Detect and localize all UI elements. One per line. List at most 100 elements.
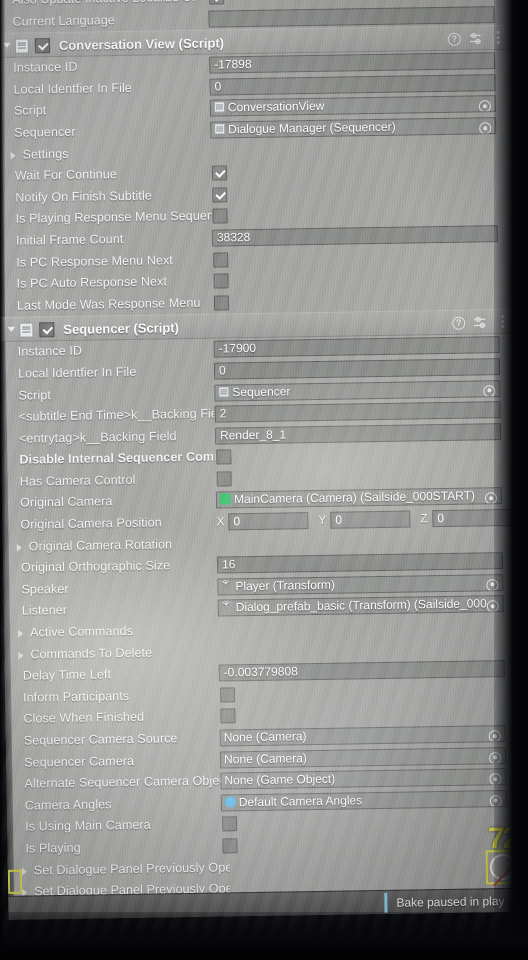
property-text-field[interactable]: 16 xyxy=(216,552,504,574)
property-label: Is Playing xyxy=(25,840,81,856)
property-checkbox[interactable] xyxy=(216,449,232,465)
property-label: Wait For Continue xyxy=(14,167,117,183)
property-text-field[interactable]: 0 xyxy=(213,358,501,380)
property-label: Local Identfier In File xyxy=(17,364,137,381)
object-reference-field[interactable]: Default Camera Angles xyxy=(220,789,507,812)
property-label: Sequencer Camera Source xyxy=(23,731,178,748)
property-checkbox[interactable] xyxy=(209,0,225,5)
property-text-field[interactable]: 38328 xyxy=(211,225,499,247)
object-reference-label: ConversationView xyxy=(227,99,325,115)
object-reference-field[interactable]: None (Camera) xyxy=(219,725,506,747)
property-label: Original Camera Rotation xyxy=(28,536,173,554)
component-list: Conversation View (Script)? Instance ID -1… xyxy=(0,25,528,920)
axis-label-x: X xyxy=(216,514,225,529)
preset-glyph xyxy=(474,317,486,329)
property-label: Notify On Finish Subtitle xyxy=(15,188,152,205)
property-label: Initial Frame Count xyxy=(15,231,124,248)
property-label: Sequencer Camera xyxy=(24,753,135,770)
camera-icon xyxy=(219,493,232,505)
object-reference-field[interactable]: ConversationView xyxy=(209,95,496,117)
status-accent-bar xyxy=(384,892,388,913)
object-reference-field[interactable]: Dialog_prefab_basic (Transform) (Sailsid… xyxy=(217,595,504,617)
object-reference-field[interactable]: Dialogue Manager (Sequencer) xyxy=(210,117,497,139)
object-picker-icon[interactable] xyxy=(478,100,491,113)
preset-glyph xyxy=(469,32,481,45)
property-text-field[interactable]: -0.003779808 xyxy=(218,660,505,682)
property-text-field[interactable]: 2 xyxy=(214,401,501,423)
object-reference-label: Dialog_prefab_basic (Transform) (Sailsid… xyxy=(235,596,487,615)
property-label: <subtitle End Time>k__Backing Field xyxy=(18,406,215,424)
component-enabled-checkbox[interactable] xyxy=(39,322,55,338)
vector3-x-input[interactable]: 0 xyxy=(228,512,309,531)
property-label: Close When Finished xyxy=(23,710,145,727)
object-reference-field[interactable]: Player (Transform) xyxy=(217,573,504,596)
transform-icon xyxy=(221,580,232,591)
property-checkbox[interactable] xyxy=(219,687,236,703)
property-label: Is Using Main Camera xyxy=(25,818,151,834)
property-label: Original Camera xyxy=(19,494,113,511)
foldout-arrow-icon[interactable] xyxy=(16,543,22,552)
script-asset-icon xyxy=(213,101,225,113)
property-text-field[interactable]: -17898 xyxy=(209,52,496,74)
property-text-field[interactable]: Render_8_1 xyxy=(214,422,502,445)
property-checkbox[interactable] xyxy=(216,471,232,487)
help-icon[interactable]: ? xyxy=(447,32,461,47)
property-label: Instance ID xyxy=(17,343,83,359)
preset-icon[interactable] xyxy=(469,32,483,46)
property-label: Local Identfier In File xyxy=(13,80,133,97)
property-checkbox[interactable] xyxy=(213,251,229,268)
component-enabled-checkbox[interactable] xyxy=(34,38,51,54)
property-label: Active Commands xyxy=(29,623,134,640)
property-checkbox[interactable] xyxy=(222,838,238,854)
foldout-arrow-icon[interactable] xyxy=(18,629,24,638)
property-text-field[interactable]: 0 xyxy=(209,73,496,96)
property-label: Current Language xyxy=(12,12,115,29)
property-label: Script xyxy=(13,103,47,119)
property-checkbox[interactable] xyxy=(213,295,230,311)
property-label: Set Dialogue Panel Previously Open Subti… xyxy=(33,858,230,878)
component-expand-arrow-icon[interactable] xyxy=(7,327,16,333)
object-reference-label: None (Camera) xyxy=(223,729,307,745)
property-label: Alternate Sequencer Camera Object xyxy=(24,773,221,791)
monitor-screen: Also Update Inactive Localize UICurrent … xyxy=(0,0,528,920)
foldout-arrow-icon[interactable] xyxy=(10,151,16,160)
object-reference-field[interactable]: Sequencer xyxy=(214,379,501,402)
property-label: Sequencer xyxy=(14,124,76,140)
help-icon[interactable]: ? xyxy=(452,316,466,331)
property-checkbox[interactable] xyxy=(211,165,228,181)
property-checkbox[interactable] xyxy=(212,208,228,224)
foldout-arrow-icon[interactable] xyxy=(21,867,27,876)
property-label: Is PC Response Menu Next xyxy=(16,252,174,270)
property-label: Listener xyxy=(21,603,68,619)
object-reference-field[interactable]: MainCamera (Camera) (Sailside_000START) xyxy=(215,487,503,510)
property-label: Script xyxy=(18,387,52,403)
object-reference-label: Player (Transform) xyxy=(235,577,336,594)
property-checkbox[interactable] xyxy=(213,273,229,289)
object-reference-label: None (Game Object) xyxy=(224,771,336,788)
object-reference-field[interactable]: None (Game Object) xyxy=(220,768,507,790)
object-reference-label: Sequencer xyxy=(232,383,291,399)
property-label: Has Camera Control xyxy=(19,472,136,489)
preset-icon[interactable] xyxy=(473,317,487,330)
property-label: Is PC Auto Response Next xyxy=(16,274,168,291)
photo-of-monitor: Also Update Inactive Localize UICurrent … xyxy=(0,0,528,960)
property-text-field[interactable]: -17900 xyxy=(213,336,500,358)
property-label: Original Orthographic Size xyxy=(20,558,171,575)
property-checkbox[interactable] xyxy=(212,187,228,203)
unity-inspector-panel: Also Update Inactive Localize UICurrent … xyxy=(0,0,528,920)
object-picker-icon[interactable] xyxy=(479,122,492,135)
property-label: Commands To Delete xyxy=(30,645,153,662)
property-label: Inform Participants xyxy=(23,688,130,705)
monitor-bezel-left xyxy=(0,0,5,960)
property-text-field[interactable] xyxy=(208,5,495,28)
object-reference-field[interactable]: None (Camera) xyxy=(219,746,507,769)
component-title: Sequencer (Script) xyxy=(63,320,180,338)
vector3-y-input[interactable]: 0 xyxy=(330,510,411,529)
monitor-bezel-right xyxy=(494,0,528,960)
script-asset-icon xyxy=(218,385,230,398)
property-checkbox[interactable] xyxy=(220,708,236,724)
property-checkbox[interactable] xyxy=(222,816,238,832)
foldout-arrow-icon[interactable] xyxy=(18,651,24,660)
vector3-field[interactable]: X0Y0Z0 xyxy=(208,508,513,531)
property-label: Original Camera Position xyxy=(20,515,162,532)
